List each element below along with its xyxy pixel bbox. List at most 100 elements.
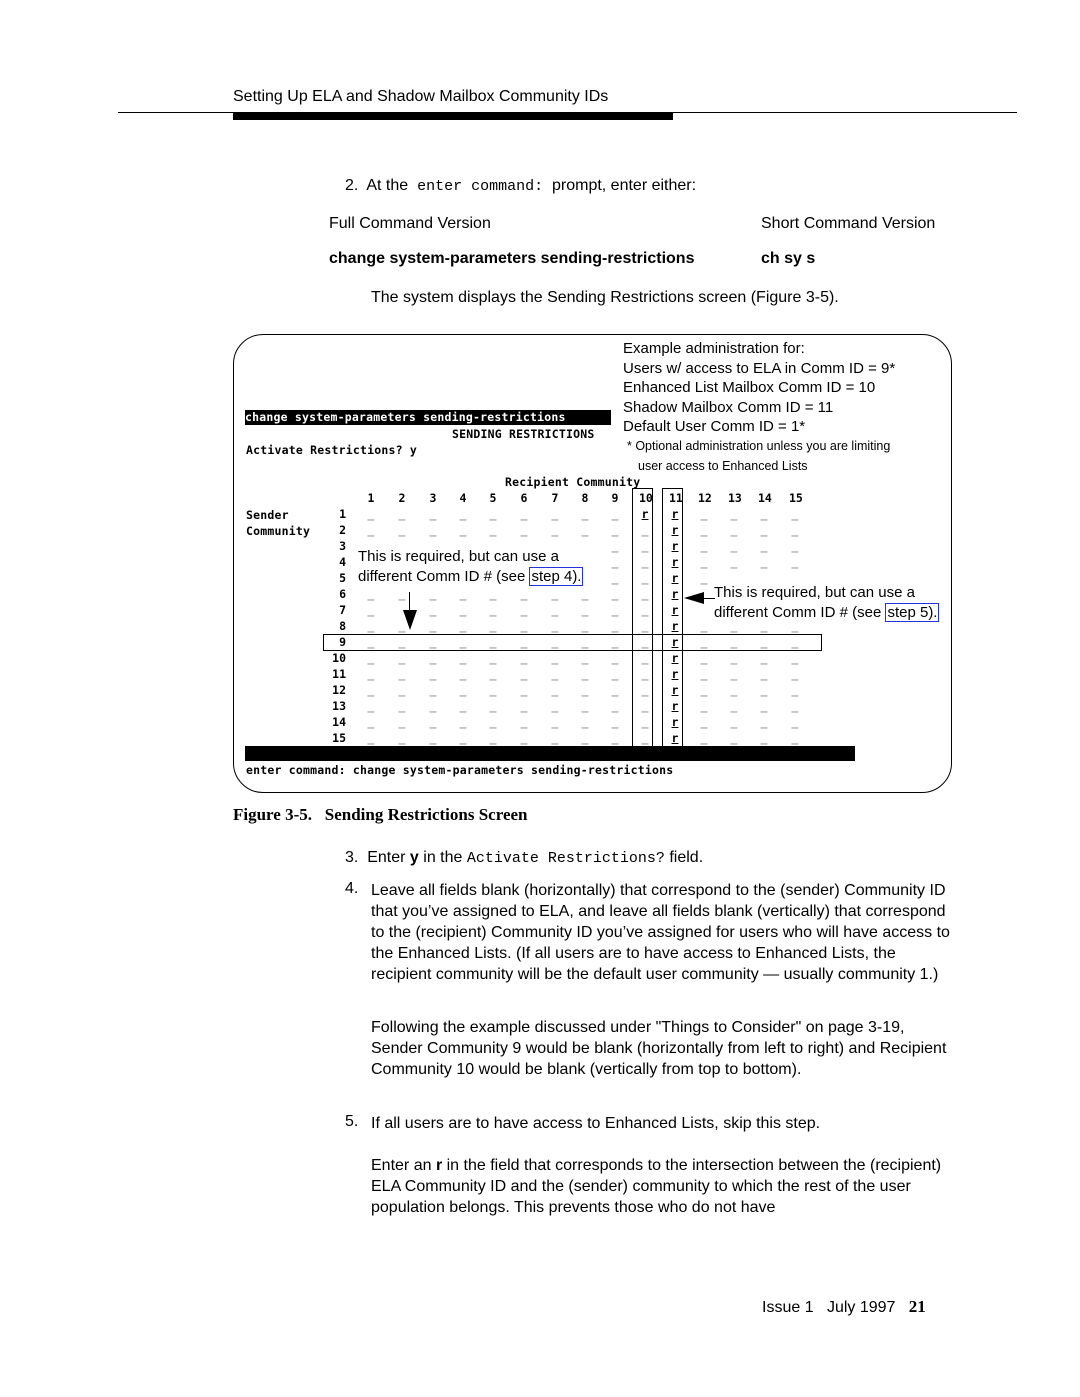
- grid-cell[interactable]: _: [789, 667, 801, 681]
- grid-cell[interactable]: _: [549, 715, 561, 729]
- grid-cell[interactable]: _: [758, 731, 770, 745]
- grid-cell[interactable]: _: [457, 731, 469, 745]
- grid-cell[interactable]: _: [365, 651, 377, 665]
- grid-cell[interactable]: _: [518, 603, 530, 617]
- grid-cell[interactable]: _: [396, 731, 408, 745]
- grid-cell[interactable]: _: [579, 715, 591, 729]
- grid-cell[interactable]: _: [579, 507, 591, 521]
- grid-cell[interactable]: _: [698, 683, 710, 697]
- grid-cell[interactable]: _: [698, 699, 710, 713]
- grid-cell[interactable]: _: [758, 555, 770, 569]
- grid-cell[interactable]: _: [579, 683, 591, 697]
- grid-cell[interactable]: _: [609, 523, 621, 537]
- grid-cell[interactable]: _: [609, 715, 621, 729]
- grid-cell[interactable]: _: [609, 587, 621, 601]
- grid-cell[interactable]: _: [427, 667, 439, 681]
- grid-cell[interactable]: _: [728, 507, 740, 521]
- enter-command-line[interactable]: enter command: change system-parameters …: [246, 763, 673, 777]
- grid-cell[interactable]: _: [758, 651, 770, 665]
- grid-cell[interactable]: _: [487, 603, 499, 617]
- grid-cell[interactable]: _: [549, 667, 561, 681]
- grid-cell[interactable]: _: [698, 731, 710, 745]
- grid-cell[interactable]: _: [728, 651, 740, 665]
- grid-cell[interactable]: _: [365, 667, 377, 681]
- grid-cell[interactable]: _: [579, 523, 591, 537]
- grid-cell[interactable]: _: [518, 523, 530, 537]
- grid-cell[interactable]: _: [579, 651, 591, 665]
- grid-cell[interactable]: _: [487, 587, 499, 601]
- grid-cell[interactable]: _: [365, 619, 377, 633]
- grid-cell[interactable]: _: [579, 619, 591, 633]
- grid-cell[interactable]: _: [789, 715, 801, 729]
- grid-cell[interactable]: _: [518, 587, 530, 601]
- grid-cell[interactable]: _: [579, 603, 591, 617]
- grid-cell[interactable]: _: [789, 523, 801, 537]
- grid-cell[interactable]: _: [457, 587, 469, 601]
- grid-cell[interactable]: _: [427, 523, 439, 537]
- grid-cell[interactable]: _: [698, 667, 710, 681]
- grid-cell[interactable]: _: [457, 715, 469, 729]
- grid-cell[interactable]: _: [579, 731, 591, 745]
- grid-cell[interactable]: _: [609, 651, 621, 665]
- grid-cell[interactable]: _: [789, 507, 801, 521]
- grid-cell[interactable]: _: [789, 683, 801, 697]
- grid-cell[interactable]: _: [396, 587, 408, 601]
- grid-cell[interactable]: _: [457, 683, 469, 697]
- grid-cell[interactable]: _: [518, 715, 530, 729]
- grid-cell[interactable]: _: [609, 619, 621, 633]
- grid-cell[interactable]: _: [789, 539, 801, 553]
- grid-cell[interactable]: _: [698, 523, 710, 537]
- grid-cell[interactable]: _: [728, 699, 740, 713]
- grid-cell[interactable]: _: [396, 651, 408, 665]
- grid-cell[interactable]: _: [396, 523, 408, 537]
- grid-cell[interactable]: _: [427, 699, 439, 713]
- grid-cell[interactable]: _: [457, 619, 469, 633]
- grid-cell[interactable]: _: [789, 555, 801, 569]
- grid-cell[interactable]: _: [609, 731, 621, 745]
- grid-cell[interactable]: _: [549, 683, 561, 697]
- grid-cell[interactable]: _: [457, 603, 469, 617]
- grid-cell[interactable]: _: [427, 683, 439, 697]
- grid-cell[interactable]: _: [758, 507, 770, 521]
- grid-cell[interactable]: _: [579, 699, 591, 713]
- grid-cell[interactable]: _: [396, 683, 408, 697]
- grid-cell[interactable]: _: [549, 619, 561, 633]
- grid-cell[interactable]: _: [698, 539, 710, 553]
- grid-cell[interactable]: _: [728, 555, 740, 569]
- grid-cell[interactable]: _: [698, 555, 710, 569]
- activate-restrictions-field[interactable]: Activate Restrictions? y: [246, 443, 417, 457]
- grid-cell[interactable]: _: [487, 731, 499, 745]
- grid-cell[interactable]: _: [789, 651, 801, 665]
- grid-cell[interactable]: _: [487, 507, 499, 521]
- grid-cell[interactable]: _: [758, 683, 770, 697]
- grid-cell[interactable]: _: [396, 699, 408, 713]
- grid-cell[interactable]: _: [487, 523, 499, 537]
- grid-cell[interactable]: _: [365, 731, 377, 745]
- grid-cell[interactable]: _: [365, 715, 377, 729]
- grid-cell[interactable]: _: [365, 603, 377, 617]
- grid-cell[interactable]: _: [518, 731, 530, 745]
- grid-cell[interactable]: _: [427, 603, 439, 617]
- grid-cell[interactable]: _: [487, 715, 499, 729]
- grid-cell[interactable]: _: [427, 619, 439, 633]
- grid-cell[interactable]: _: [487, 651, 499, 665]
- grid-cell[interactable]: _: [518, 507, 530, 521]
- grid-cell[interactable]: _: [365, 699, 377, 713]
- grid-cell[interactable]: _: [457, 699, 469, 713]
- grid-cell[interactable]: _: [518, 619, 530, 633]
- grid-cell[interactable]: _: [728, 523, 740, 537]
- grid-cell[interactable]: _: [518, 699, 530, 713]
- grid-cell[interactable]: _: [728, 731, 740, 745]
- field-value[interactable]: y: [410, 443, 417, 457]
- grid-cell[interactable]: _: [365, 507, 377, 521]
- grid-cell[interactable]: _: [728, 715, 740, 729]
- grid-cell[interactable]: _: [396, 667, 408, 681]
- grid-cell[interactable]: _: [728, 539, 740, 553]
- grid-cell[interactable]: _: [365, 523, 377, 537]
- grid-cell[interactable]: _: [549, 507, 561, 521]
- grid-cell[interactable]: _: [518, 667, 530, 681]
- grid-cell[interactable]: _: [789, 731, 801, 745]
- grid-cell[interactable]: _: [549, 523, 561, 537]
- grid-cell[interactable]: _: [457, 651, 469, 665]
- grid-cell[interactable]: _: [487, 683, 499, 697]
